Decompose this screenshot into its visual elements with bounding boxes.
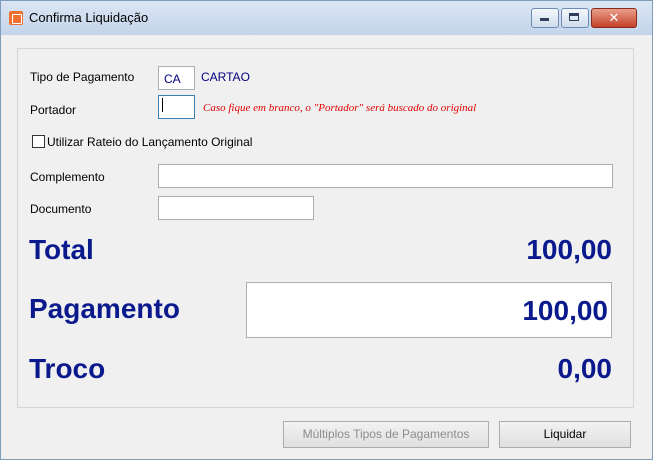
rateio-checkbox[interactable] — [32, 135, 45, 148]
portador-input[interactable] — [158, 95, 195, 119]
documento-input[interactable] — [158, 196, 314, 220]
tipo-pagamento-input[interactable]: CA — [158, 66, 195, 90]
close-button[interactable]: ✕ — [591, 8, 637, 28]
tipo-pagamento-description: CARTAO — [201, 70, 250, 84]
maximize-button[interactable] — [561, 8, 589, 28]
tipo-pagamento-label: Tipo de Pagamento — [30, 70, 135, 84]
minimize-icon — [540, 18, 549, 21]
rateio-label: Utilizar Rateio do Lançamento Original — [47, 135, 253, 149]
multiplos-tipos-pagamentos-button[interactable]: Múltiplos Tipos de Pagamentos — [283, 421, 489, 448]
troco-label: Troco — [29, 353, 106, 384]
complemento-label: Complemento — [30, 170, 105, 184]
tipo-pagamento-code: CA — [164, 72, 181, 86]
window-title: Confirma Liquidação — [29, 10, 149, 25]
complemento-input[interactable] — [158, 164, 613, 188]
pagamento-label: Pagamento — [29, 293, 180, 324]
documento-label: Documento — [30, 202, 92, 216]
total-value: 100,00 — [526, 234, 612, 265]
app-icon — [9, 11, 23, 25]
minimize-button[interactable] — [531, 8, 559, 28]
portador-label: Portador — [30, 103, 77, 117]
troco-value: 0,00 — [557, 353, 613, 384]
close-icon: ✕ — [608, 10, 620, 25]
total-label: Total — [29, 234, 94, 265]
maximize-icon — [569, 13, 579, 21]
title-bar[interactable]: Confirma Liquidação ✕ — [1, 1, 652, 35]
pagamento-input[interactable]: 100,00 — [246, 282, 612, 338]
pagamento-value: 100,00 — [522, 295, 608, 326]
text-cursor — [162, 98, 163, 112]
portador-hint: Caso fique em branco, o "Portador" será … — [203, 102, 477, 114]
dialog-window: Confirma Liquidação ✕ Tipo de Pagamento … — [0, 0, 653, 460]
liquidar-button[interactable]: Liquidar — [499, 421, 631, 448]
